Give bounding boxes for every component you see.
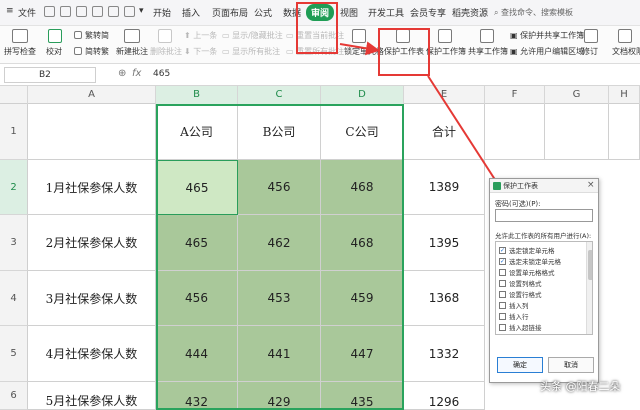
checkbox-icon[interactable] [499, 312, 506, 320]
checkbox-icon[interactable] [499, 323, 506, 331]
perm-insert-hyperlinks[interactable]: 插入超链接 [499, 322, 542, 332]
perm-insert-columns[interactable]: 插入列 [499, 300, 529, 310]
close-icon[interactable]: × [587, 180, 595, 190]
sheet-icon [493, 182, 501, 190]
arrow-to-password [427, 75, 506, 196]
checkbox-icon[interactable] [499, 279, 506, 287]
scrollbar-thumb[interactable] [588, 250, 592, 280]
checkbox-checked-icon[interactable]: ✓ [499, 257, 506, 265]
checkbox-checked-icon[interactable]: ✓ [499, 246, 506, 254]
perm-format-cells[interactable]: 设置单元格格式 [499, 267, 555, 277]
allow-users-label: 允许此工作表的所有用户进行(A): [495, 232, 592, 240]
password-label: 密码(可选)(P): [495, 200, 541, 208]
permissions-list[interactable]: ✓ 选定锁定单元格 ✓ 选定未锁定单元格 设置单元格格式 设置列格式 设置行格式 插… [495, 241, 593, 335]
perm-insert-rows[interactable]: 插入行 [499, 311, 529, 321]
checkbox-icon[interactable] [499, 268, 506, 276]
perm-format-rows[interactable]: 设置行格式 [499, 289, 542, 299]
protect-sheet-dialog: 保护工作表 × 密码(可选)(P): 允许此工作表的所有用户进行(A): ✓ 选定… [489, 178, 599, 383]
ok-button[interactable]: 确定 [497, 357, 543, 373]
checkbox-icon[interactable] [499, 290, 506, 298]
list-scrollbar[interactable] [586, 242, 592, 334]
arrow-to-protect-sheet [339, 41, 380, 56]
password-input[interactable] [495, 209, 593, 222]
dialog-title: 保护工作表 [490, 179, 598, 193]
cancel-button[interactable]: 取消 [548, 357, 594, 373]
perm-select-locked[interactable]: ✓ 选定锁定单元格 [499, 245, 555, 255]
perm-format-columns[interactable]: 设置列格式 [499, 278, 542, 288]
checkbox-icon[interactable] [499, 301, 506, 309]
watermark: 头条 @阳春二朵 [540, 380, 621, 393]
perm-select-unlocked[interactable]: ✓ 选定未锁定单元格 [499, 256, 561, 266]
